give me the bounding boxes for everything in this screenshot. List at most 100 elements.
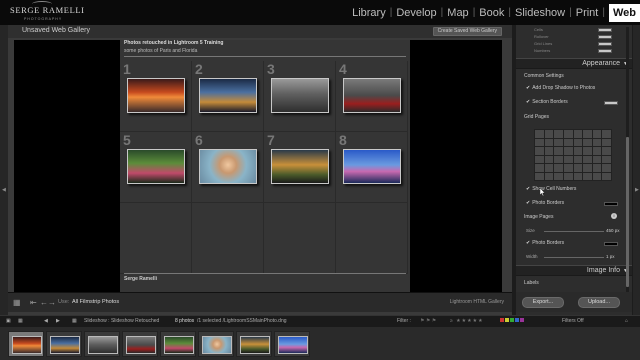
right-panel-actions: Export... Upload... [516, 292, 632, 312]
width-label: Width [526, 254, 538, 259]
right-panel: Cells Rollover Grid Lines Numbers Appear… [516, 25, 632, 315]
color-row-label: Rollover [534, 34, 549, 39]
filmstrip-image [164, 336, 194, 354]
expand-left-arrow-icon[interactable]: ◀ [2, 187, 6, 193]
logo-subtitle: PHOTOGRAPHY [24, 17, 63, 21]
filmstrip-thumbnail[interactable] [160, 331, 196, 357]
photo-thumbnail[interactable] [271, 149, 329, 184]
module-web[interactable]: Web [608, 3, 640, 22]
add-drop-shadow-label: Add Drop Shadow to Photos [532, 85, 596, 91]
forward-arrow-icon[interactable]: ▶ [56, 318, 60, 324]
filmstrip-image [88, 336, 118, 354]
appearance-section-header[interactable]: Appearance ▼ [516, 58, 632, 69]
photo-thumbnail[interactable] [343, 149, 401, 184]
back-arrow-icon[interactable]: ◀ [44, 318, 48, 324]
right-edge-strip[interactable]: ▶ [633, 25, 640, 315]
site-title[interactable]: Photos retouched in Lightroom 5 Training [124, 40, 223, 46]
photo-thumbnail[interactable] [199, 78, 257, 113]
grid-cell[interactable]: 3 [264, 61, 336, 132]
grid-icon[interactable]: ▦ [72, 318, 77, 324]
image-info-header-label: Image Info [586, 267, 620, 274]
second-window-icon[interactable]: ▣ [6, 318, 11, 324]
grid-pages-picker[interactable] [534, 129, 612, 181]
selection-info[interactable]: /1 selected /LightroomSSMainPhoto.dng [197, 318, 287, 324]
section-borders-color-swatch[interactable] [604, 101, 618, 105]
filmstrip-thumbnail[interactable] [8, 331, 44, 357]
section-border [124, 56, 406, 57]
photo-thumbnail[interactable] [343, 78, 401, 113]
use-photos-dropdown[interactable]: All Filmstrip Photos [72, 299, 119, 305]
grid-cell[interactable]: 1 [120, 61, 192, 132]
module-library[interactable]: Library [348, 7, 390, 19]
grid-cell[interactable]: 6 [192, 132, 264, 203]
filmstrip-thumbnail[interactable] [198, 331, 234, 357]
size-slider[interactable] [544, 231, 604, 232]
filmstrip-thumbnail[interactable] [274, 331, 310, 357]
filmstrip-thumbnail[interactable] [46, 331, 82, 357]
photo-thumbnail[interactable] [127, 78, 185, 113]
module-map[interactable]: Map [443, 7, 472, 19]
size-label: Size [526, 228, 535, 233]
filmstrip-thumbnail[interactable] [122, 331, 158, 357]
filmstrip [0, 327, 640, 360]
source-path[interactable]: Slideshow : Slideshow Retouched [84, 318, 159, 324]
collapse-right-arrow-icon[interactable]: ▶ [635, 187, 639, 193]
width-slider[interactable] [544, 257, 604, 258]
first-photo-arrow-icon[interactable]: ⇤ [30, 298, 37, 307]
image-pages-label: Image Pages [524, 214, 554, 220]
section-border [124, 273, 406, 274]
module-develop[interactable]: Develop [392, 7, 440, 19]
photo-thumbnail[interactable] [271, 78, 329, 113]
site-description[interactable]: some photos of Paris and Florida [124, 48, 197, 54]
grid-cell[interactable]: 8 [336, 132, 408, 203]
color-label-filter-icon[interactable] [500, 318, 524, 324]
grid-view-icon[interactable]: ▦ [18, 318, 23, 324]
create-saved-web-gallery-button[interactable]: Create Saved Web Gallery [432, 27, 502, 36]
contact-info[interactable]: Serge Ramelli [124, 276, 157, 282]
cell-number: 6 [195, 132, 203, 148]
grid-cell-empty [264, 203, 336, 274]
filters-off-dropdown[interactable]: Filters Off [562, 318, 584, 324]
grid-cell[interactable]: 4 [336, 61, 408, 132]
photo-thumbnail[interactable] [199, 149, 257, 184]
color-swatch[interactable] [598, 28, 612, 32]
info-icon[interactable]: i [611, 213, 617, 219]
color-row-label: Grid Lines [534, 41, 553, 46]
right-panel-scrollbar[interactable] [626, 27, 629, 307]
module-print[interactable]: Print [572, 7, 603, 19]
photo-borders-color-swatch[interactable] [604, 202, 618, 206]
size-value[interactable]: 450 px [606, 228, 620, 233]
left-panel-collapsed[interactable]: ◀ [0, 25, 8, 315]
add-drop-shadow-checkbox[interactable]: ✔ Add Drop Shadow to Photos [526, 85, 595, 91]
width-value[interactable]: 1 px [606, 254, 615, 259]
image-info-section-header[interactable]: Image Info ▼ [516, 265, 632, 276]
filmstrip-thumbnail[interactable] [236, 331, 272, 357]
upload-button[interactable]: Upload... [578, 297, 620, 308]
flag-filter-icon[interactable]: ⚑ ⚑ ⚑ [420, 318, 436, 324]
rating-filter-icon[interactable]: ≥ ★★★★★ [450, 318, 484, 324]
color-swatch[interactable] [598, 42, 612, 46]
filter-lock-icon[interactable]: ⌂ [625, 318, 628, 324]
gallery-title: Unsaved Web Gallery [22, 27, 90, 34]
image-photo-borders-checkbox[interactable]: ✔ Photo Borders [526, 240, 564, 246]
photo-thumbnail[interactable] [127, 149, 185, 184]
previous-photo-arrow-icon[interactable]: ← [40, 298, 48, 307]
toolbar-toggle-icon[interactable]: ▦ [13, 298, 21, 307]
checkmark-icon: ✔ [526, 186, 531, 192]
color-swatch[interactable] [598, 49, 612, 53]
export-button[interactable]: Export... [522, 297, 564, 308]
photo-borders-checkbox[interactable]: ✔ Photo Borders [526, 200, 564, 206]
grid-cell[interactable]: 5 [120, 132, 192, 203]
module-book[interactable]: Book [475, 7, 508, 19]
show-cell-numbers-checkbox[interactable]: ✔ Show Cell Numbers [526, 186, 576, 192]
grid-cell[interactable]: 7 [264, 132, 336, 203]
filmstrip-thumbnail[interactable] [84, 331, 120, 357]
next-photo-arrow-icon[interactable]: → [48, 298, 56, 307]
section-borders-checkbox[interactable]: ✔ Section Borders [526, 99, 568, 105]
color-swatch[interactable] [598, 35, 612, 39]
grid-cell[interactable]: 2 [192, 61, 264, 132]
scrollbar-thumb[interactable] [626, 137, 629, 287]
identity-plate-logo[interactable]: SERGE RAMELLI PHOTOGRAPHY [10, 1, 84, 24]
module-slideshow[interactable]: Slideshow [511, 7, 569, 19]
image-borders-color-swatch[interactable] [604, 242, 618, 246]
